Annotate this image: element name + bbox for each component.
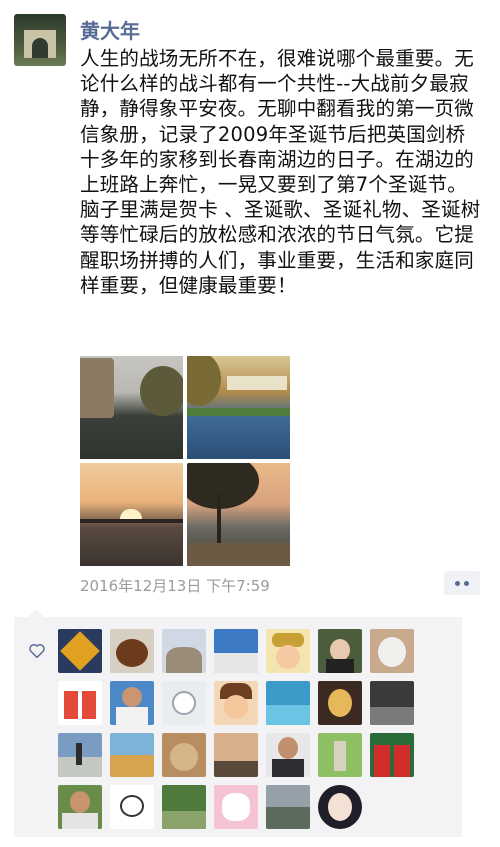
liker-avatar[interactable] [110, 629, 154, 673]
liker-avatar[interactable] [318, 629, 362, 673]
liker-avatar[interactable] [58, 785, 102, 829]
more-button[interactable] [444, 571, 480, 595]
liker-avatar[interactable] [318, 681, 362, 725]
liker-avatar[interactable] [110, 733, 154, 777]
liker-avatar[interactable] [58, 733, 102, 777]
liker-avatar[interactable] [370, 681, 414, 725]
liker-avatar[interactable] [266, 681, 310, 725]
moments-post: 黄大年 人生的战场无所不在，很难说哪个最重要。无论什么样的战斗都有一个共性--大… [0, 0, 500, 847]
post-text: 人生的战场无所不在，很难说哪个最重要。无论什么样的战斗都有一个共性--大战前夕最… [80, 47, 481, 297]
liker-avatar[interactable] [370, 629, 414, 673]
post-photo-1[interactable] [80, 356, 183, 459]
liker-avatar[interactable] [110, 785, 154, 829]
liker-avatar[interactable] [318, 733, 362, 777]
more-dots-icon [455, 581, 460, 586]
liker-avatar[interactable] [266, 629, 310, 673]
post-photo-4[interactable] [187, 463, 290, 566]
liker-avatar[interactable] [214, 629, 258, 673]
liker-avatar[interactable] [162, 629, 206, 673]
liker-avatar[interactable] [58, 629, 102, 673]
author-name[interactable]: 黄大年 [80, 15, 140, 44]
likes-panel [14, 609, 462, 837]
liker-avatar[interactable] [266, 785, 310, 829]
liker-avatar[interactable] [162, 733, 206, 777]
liker-avatar[interactable] [370, 733, 414, 777]
liker-avatar[interactable] [162, 785, 206, 829]
author-avatar[interactable] [14, 14, 66, 66]
liker-avatar[interactable] [214, 733, 258, 777]
liker-avatar[interactable] [214, 785, 258, 829]
heart-icon [29, 643, 45, 659]
post-photo-2[interactable] [187, 356, 290, 459]
liker-avatar[interactable] [266, 733, 310, 777]
liker-avatar[interactable] [58, 681, 102, 725]
liker-avatar[interactable] [214, 681, 258, 725]
more-dots-icon [464, 581, 469, 586]
post-timestamp: 2016年12月13日 下午7:59 [80, 577, 270, 595]
post-photo-3[interactable] [80, 463, 183, 566]
liker-avatar[interactable] [162, 681, 206, 725]
liker-avatar[interactable] [110, 681, 154, 725]
liker-avatar[interactable] [318, 785, 362, 829]
